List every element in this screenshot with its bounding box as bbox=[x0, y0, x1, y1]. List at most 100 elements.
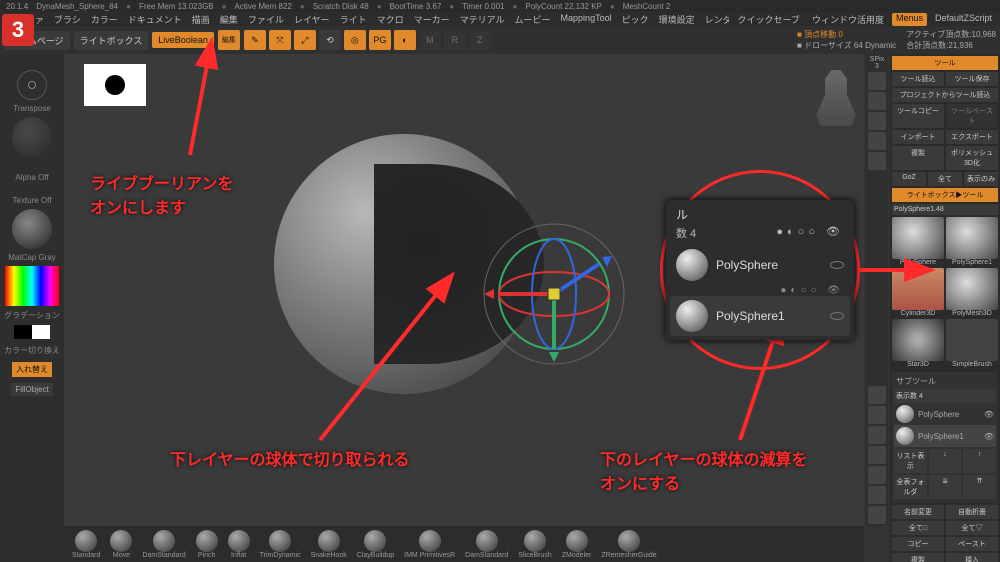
goz-vis[interactable]: 表示のみ bbox=[964, 172, 998, 186]
scale-btn[interactable]: ⤢ bbox=[294, 30, 316, 50]
menu-ムービー[interactable]: ムービー bbox=[511, 13, 555, 26]
floor-icon[interactable] bbox=[868, 406, 886, 424]
transpose-icon[interactable] bbox=[17, 70, 47, 100]
menu-ライト[interactable]: ライト bbox=[336, 13, 371, 26]
move-btn[interactable]: ⤧ bbox=[269, 30, 291, 50]
swatch-black[interactable] bbox=[14, 325, 32, 339]
export[interactable]: エクスポート bbox=[946, 130, 998, 144]
mrgb-btn[interactable]: M bbox=[419, 30, 441, 50]
menu-MappingTool[interactable]: MappingTool bbox=[557, 13, 616, 26]
gizmo-btn[interactable]: ◎ bbox=[344, 30, 366, 50]
brush-DamStandard[interactable]: DamStandard bbox=[465, 530, 508, 559]
alpha-lbl[interactable]: Alpha Off bbox=[15, 173, 48, 182]
goz-all[interactable]: 全て bbox=[928, 172, 962, 186]
camera-bust-icon[interactable] bbox=[814, 70, 858, 126]
ref-thumbnail[interactable] bbox=[84, 64, 146, 106]
brush-ZRemesherGuide[interactable]: ZRemesherGuide bbox=[601, 530, 656, 559]
menu-ファイル[interactable]: ファイル bbox=[244, 13, 288, 26]
brush-Inflat[interactable]: Inflat bbox=[228, 530, 250, 559]
defscript[interactable]: DefaultZScript bbox=[931, 13, 996, 26]
tool-thumb-3[interactable] bbox=[946, 268, 998, 310]
brush-DamStandard[interactable]: DamStandard bbox=[142, 530, 185, 559]
persp-icon[interactable] bbox=[868, 386, 886, 404]
import[interactable]: インポート bbox=[892, 130, 944, 144]
solo-icon[interactable] bbox=[868, 466, 886, 484]
grad-lbl[interactable]: グラデーション bbox=[4, 310, 60, 321]
op-1[interactable]: 自動折畳 bbox=[946, 505, 998, 519]
edit-btn[interactable]: 編集 bbox=[218, 30, 240, 50]
frame-icon[interactable] bbox=[868, 152, 886, 170]
menu-カラー[interactable]: カラー bbox=[87, 13, 122, 26]
texture-lbl[interactable]: Texture Off bbox=[13, 196, 52, 205]
new-folder[interactable]: 全表フォルダ bbox=[894, 475, 927, 499]
save-tool[interactable]: ツール保存 bbox=[946, 72, 998, 86]
zadd-btn[interactable]: Z bbox=[469, 30, 491, 50]
current-tool[interactable]: PolySphere1.48 bbox=[892, 204, 998, 215]
menu-描画[interactable]: 描画 bbox=[188, 13, 214, 26]
bubble-row-0[interactable]: PolySphere bbox=[670, 245, 850, 285]
bpr-icon[interactable] bbox=[868, 72, 886, 90]
brush-thumb[interactable] bbox=[12, 117, 52, 157]
op-5[interactable]: ペースト bbox=[946, 537, 998, 551]
menu-マーカー[interactable]: マーカー bbox=[410, 13, 454, 26]
rgb-btn[interactable]: R bbox=[444, 30, 466, 50]
brush-Move[interactable]: Move bbox=[110, 530, 132, 559]
lightbox-btn[interactable]: ライトボックス bbox=[74, 31, 149, 50]
goz[interactable]: GoZ bbox=[892, 172, 926, 186]
mesh-sphere[interactable] bbox=[274, 134, 534, 394]
quicksave[interactable]: クイックセーブ bbox=[733, 13, 803, 26]
brush-SnakeHook[interactable]: SnakeHook bbox=[311, 530, 347, 559]
menu-環境設定[interactable]: 環境設定 bbox=[655, 13, 699, 26]
menu-マテリアル[interactable]: マテリアル bbox=[456, 13, 509, 26]
brush-ClayBuildup[interactable]: ClayBuildup bbox=[357, 530, 394, 559]
menu-レンダー[interactable]: レンダー bbox=[701, 13, 730, 26]
menu-編集[interactable]: 編集 bbox=[216, 13, 242, 26]
xpose-icon[interactable] bbox=[868, 486, 886, 504]
fill-btn[interactable]: FillObject bbox=[11, 383, 52, 396]
sym-btn[interactable]: ◐ bbox=[394, 30, 416, 50]
matcap-thumb[interactable] bbox=[12, 209, 52, 249]
copy-tool[interactable]: ツールコピー bbox=[892, 104, 944, 128]
load-tool[interactable]: ツール読込 bbox=[892, 72, 944, 86]
draw-btn[interactable]: ✎ bbox=[244, 30, 266, 50]
xyz-icon[interactable] bbox=[868, 446, 886, 464]
liveboolean-btn[interactable]: LiveBoolean bbox=[152, 32, 214, 48]
polyframe-btn[interactable]: PG bbox=[369, 30, 391, 50]
tool-thumb-4[interactable] bbox=[892, 319, 944, 361]
rotate-btn[interactable]: ⟲ bbox=[319, 30, 341, 50]
make-pm3d[interactable]: ポリメッシュ3D化 bbox=[946, 146, 998, 170]
tool-thumb-5[interactable] bbox=[946, 319, 998, 361]
load-from-proj[interactable]: プロジェクトからツール読込 bbox=[892, 88, 998, 102]
paste-tool[interactable]: ツールペースト bbox=[946, 104, 998, 128]
spix[interactable]: SPix 3 bbox=[868, 56, 886, 70]
swatch-white[interactable] bbox=[32, 325, 50, 339]
drawsize[interactable]: ドローサイズ 64 bbox=[804, 41, 863, 50]
hand-icon[interactable] bbox=[868, 92, 886, 110]
op-2[interactable]: 全て□ bbox=[892, 521, 944, 535]
subtool-count[interactable]: 表示数 4 bbox=[894, 389, 996, 403]
op-4[interactable]: コピー bbox=[892, 537, 944, 551]
color-picker[interactable] bbox=[5, 266, 59, 306]
subtool-header[interactable]: サブツール bbox=[894, 374, 996, 389]
menu-ブラシ[interactable]: ブラシ bbox=[50, 13, 85, 26]
brush-ZModeler[interactable]: ZModeler bbox=[562, 530, 592, 559]
menu-ドキュメント[interactable]: ドキュメント bbox=[124, 13, 186, 26]
list-all[interactable]: リスト表示 bbox=[894, 449, 927, 473]
tool-thumb-0[interactable] bbox=[892, 217, 944, 259]
window-util[interactable]: ウィンドウ活用度 bbox=[808, 13, 888, 26]
menu-マクロ[interactable]: マクロ bbox=[373, 13, 408, 26]
brush-Pinch[interactable]: Pinch bbox=[196, 530, 218, 559]
brush-Standard[interactable]: Standard bbox=[72, 530, 100, 559]
tool-thumb-1[interactable] bbox=[946, 217, 998, 259]
lb-tool[interactable]: ライトボックス▶ツール bbox=[892, 188, 998, 202]
op-7[interactable]: 挿入 bbox=[946, 553, 998, 562]
op-6[interactable]: 複製 bbox=[892, 553, 944, 562]
subtool-row-0[interactable]: PolySphere👁 bbox=[894, 403, 996, 425]
brush-IMM PrimitivesR[interactable]: IMM PrimitivesR bbox=[404, 530, 455, 559]
clone[interactable]: 複製 bbox=[892, 146, 944, 170]
pf-icon[interactable] bbox=[868, 506, 886, 524]
zoom-icon[interactable] bbox=[868, 112, 886, 130]
menu-レイヤー[interactable]: レイヤー bbox=[290, 13, 334, 26]
local-icon[interactable] bbox=[868, 426, 886, 444]
menu-ピック[interactable]: ピック bbox=[618, 13, 653, 26]
